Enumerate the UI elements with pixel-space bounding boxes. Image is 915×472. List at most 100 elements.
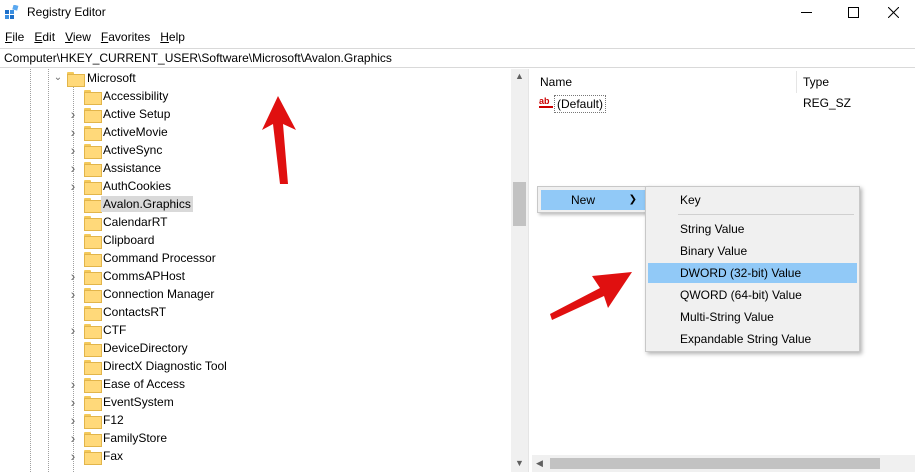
- tree-item-label: CommsAPHost: [103, 269, 186, 283]
- tree-item[interactable]: ContactsRT: [0, 303, 512, 321]
- tree-item-label: Connection Manager: [103, 287, 215, 301]
- tree-item-label: Active Setup: [103, 107, 171, 121]
- scroll-down-icon[interactable]: ▼: [511, 458, 528, 472]
- folder-icon: [84, 324, 102, 339]
- tree-item-label: Command Processor: [103, 251, 216, 265]
- tree-item[interactable]: Accessibility: [0, 87, 512, 105]
- tree-item[interactable]: Clipboard: [0, 231, 512, 249]
- chevron-right-icon[interactable]: ›: [68, 413, 78, 427]
- tree-item[interactable]: › ActiveMovie: [0, 123, 512, 141]
- column-header-name[interactable]: Name: [540, 73, 572, 91]
- scroll-up-icon[interactable]: ▲: [511, 71, 528, 85]
- chevron-right-icon[interactable]: ›: [68, 161, 78, 175]
- close-icon: [887, 6, 899, 18]
- chevron-right-icon[interactable]: ›: [68, 431, 78, 445]
- menu-view[interactable]: View: [60, 27, 96, 47]
- menu-item-new-value[interactable]: QWORD (64-bit) Value: [648, 285, 857, 305]
- scroll-left-icon[interactable]: ◀: [536, 458, 543, 469]
- folder-icon: [84, 252, 102, 267]
- value-type: REG_SZ: [803, 96, 852, 110]
- tree-item[interactable]: DeviceDirectory: [0, 339, 512, 357]
- tree-item-label: F12: [103, 413, 124, 427]
- tree-item-microsoft[interactable]: ⌄ Microsoft: [0, 69, 512, 87]
- folder-icon: [84, 216, 102, 231]
- chevron-right-icon[interactable]: ›: [68, 287, 78, 301]
- folder-icon: [84, 126, 102, 141]
- tree-item-label: AuthCookies: [103, 179, 172, 193]
- chevron-right-icon[interactable]: ›: [68, 143, 78, 157]
- tree-item-label: CTF: [103, 323, 127, 337]
- menu-help[interactable]: Help: [155, 27, 190, 47]
- tree-item[interactable]: › CTF: [0, 321, 512, 339]
- menu-bar: File Edit View Favorites Help: [0, 27, 190, 47]
- list-horizontal-scrollbar[interactable]: ◀: [532, 455, 915, 472]
- scroll-thumb[interactable]: [550, 458, 880, 469]
- menu-file[interactable]: File: [0, 27, 29, 47]
- menu-item-new-value[interactable]: Multi-String Value: [648, 307, 857, 327]
- chevron-right-icon: ❯: [628, 194, 637, 205]
- tree-item[interactable]: › FamilyStore: [0, 429, 512, 447]
- tree-item[interactable]: Command Processor: [0, 249, 512, 267]
- tree-item[interactable]: › ActiveSync: [0, 141, 512, 159]
- folder-icon: [84, 270, 102, 285]
- tree-item-label: Clipboard: [103, 233, 155, 247]
- chevron-down-icon[interactable]: ⌄: [53, 73, 63, 83]
- tree-item-label: Avalon.Graphics: [101, 196, 193, 212]
- tree-item-label: ContactsRT: [103, 305, 167, 319]
- chevron-right-icon[interactable]: ›: [68, 449, 78, 463]
- chevron-right-icon[interactable]: ›: [68, 395, 78, 409]
- tree-item[interactable]: › Ease of Access: [0, 375, 512, 393]
- column-header-type[interactable]: Type: [803, 73, 829, 91]
- tree-item[interactable]: › F12: [0, 411, 512, 429]
- menu-item-new-value[interactable]: String Value: [648, 219, 857, 239]
- folder-icon: [84, 450, 102, 465]
- folder-icon: [84, 378, 102, 393]
- key-tree[interactable]: ⌄ Microsoft Accessibility › Active Setup › A…: [0, 69, 512, 472]
- minimize-button[interactable]: [783, 0, 829, 24]
- address-bar[interactable]: Computer\HKEY_CURRENT_USER\Software\Micr…: [0, 48, 915, 68]
- column-separator[interactable]: [796, 71, 797, 93]
- tree-item[interactable]: › Assistance: [0, 159, 512, 177]
- folder-icon: [84, 162, 102, 177]
- tree-item-label: FamilyStore: [103, 431, 168, 445]
- tree-item-label: CalendarRT: [103, 215, 168, 229]
- registry-icon: [5, 5, 19, 19]
- tree-item[interactable]: › EventSystem: [0, 393, 512, 411]
- maximize-icon: [847, 6, 859, 18]
- chevron-right-icon[interactable]: ›: [68, 179, 78, 193]
- tree-item[interactable]: Avalon.Graphics: [0, 195, 512, 213]
- tree-vertical-scrollbar[interactable]: ▲ ▼: [511, 69, 528, 472]
- folder-icon: [84, 90, 102, 105]
- tree-item[interactable]: › CommsAPHost: [0, 267, 512, 285]
- title-bar: Registry Editor: [0, 0, 915, 26]
- close-button[interactable]: [870, 0, 915, 24]
- chevron-right-icon[interactable]: ›: [68, 125, 78, 139]
- folder-icon: [84, 144, 102, 159]
- menu-edit[interactable]: Edit: [29, 27, 60, 47]
- menu-item-new-value[interactable]: DWORD (32-bit) Value: [648, 263, 857, 283]
- folder-icon: [84, 432, 102, 447]
- menu-item-new[interactable]: New ❯: [541, 190, 645, 210]
- tree-item[interactable]: › Connection Manager: [0, 285, 512, 303]
- folder-icon: [84, 414, 102, 429]
- chevron-right-icon[interactable]: ›: [68, 269, 78, 283]
- value-row[interactable]: ab (Default) REG_SZ: [532, 95, 915, 113]
- tree-item[interactable]: DirectX Diagnostic Tool: [0, 357, 512, 375]
- menu-item-new-value[interactable]: Expandable String Value: [648, 329, 857, 349]
- tree-item[interactable]: › AuthCookies: [0, 177, 512, 195]
- folder-icon: [84, 360, 102, 375]
- menu-item-key[interactable]: Key: [648, 190, 857, 210]
- chevron-right-icon[interactable]: ›: [68, 377, 78, 391]
- menu-item-new-value[interactable]: Binary Value: [648, 241, 857, 261]
- scroll-thumb[interactable]: [513, 182, 526, 226]
- folder-icon: [84, 396, 102, 411]
- tree-item[interactable]: › Active Setup: [0, 105, 512, 123]
- chevron-right-icon[interactable]: ›: [68, 107, 78, 121]
- tree-item-label: ActiveMovie: [103, 125, 168, 139]
- tree-item[interactable]: › Fax: [0, 447, 512, 465]
- minimize-icon: [800, 11, 812, 13]
- chevron-right-icon[interactable]: ›: [68, 323, 78, 337]
- tree-item-label: DeviceDirectory: [103, 341, 188, 355]
- menu-favorites[interactable]: Favorites: [96, 27, 155, 47]
- tree-item[interactable]: CalendarRT: [0, 213, 512, 231]
